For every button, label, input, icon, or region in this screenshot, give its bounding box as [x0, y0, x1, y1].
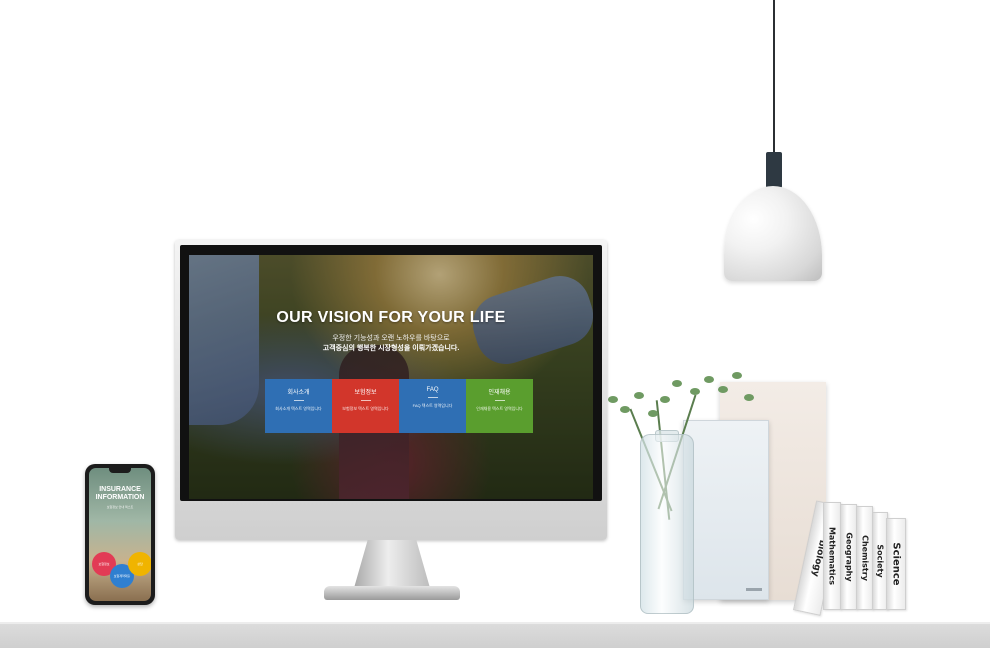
lamp-cord: [773, 0, 775, 152]
monitor-bezel: OUR VISION FOR YOUR LIFE 우정한 기능성과 오랜 노하우…: [180, 245, 602, 501]
phone-circle-button[interactable]: 상담: [128, 552, 151, 576]
lamp-cap: [766, 152, 782, 188]
book-title: Society: [875, 544, 885, 578]
book-title: Geography: [844, 532, 853, 582]
tile-desc: 인재채용 텍스트 영역입니다: [476, 406, 523, 411]
leaf: [634, 392, 644, 399]
book-mathematics: Mathematics: [823, 502, 841, 610]
pendant-lamp-shade: [724, 186, 822, 281]
tile-recruit[interactable]: 인재채용 인재채용 텍스트 영역입니다: [466, 379, 533, 433]
tile-title: 보험정보: [354, 390, 377, 396]
tile-faq[interactable]: FAQ FAQ 텍스트 영역입니다: [399, 379, 466, 433]
phone-screen: INSURANCE INFORMATION 보험정보 안내 텍스트 보험정보 보…: [89, 468, 151, 601]
leaf: [620, 406, 630, 413]
hero-title: OUR VISION FOR YOUR LIFE: [276, 309, 506, 326]
tile-company[interactable]: 회사소개 회사소개 텍스트 영역입니다: [265, 379, 332, 433]
hero-subtitle: 우정한 기능성과 오랜 노하우를 바탕으로: [332, 335, 450, 342]
smartphone: INSURANCE INFORMATION 보험정보 안내 텍스트 보험정보 보…: [85, 464, 155, 605]
tile-divider: [293, 400, 304, 401]
leaf: [744, 394, 754, 401]
tile-divider: [427, 397, 438, 398]
monitor-screen: OUR VISION FOR YOUR LIFE 우정한 기능성과 오랜 노하우…: [189, 255, 593, 499]
glass-vase: [640, 434, 694, 614]
circle-label: 보험정보: [98, 562, 110, 566]
shelf: [0, 624, 990, 648]
tile-title: 회사소개: [287, 390, 310, 396]
phone-title-line: INFORMATION: [95, 494, 145, 501]
leaf: [648, 410, 658, 417]
tile-title: 인재채용: [488, 390, 511, 396]
leaf: [608, 396, 618, 403]
hero-subtitle-bold: 고객중심의 행복한 시장형성을 이뤄가겠습니다.: [322, 345, 460, 352]
book-geography: Geography: [840, 504, 857, 610]
frame-logo-mark: [746, 588, 762, 591]
phone-title-line: INSURANCE: [99, 486, 141, 493]
leaf: [690, 388, 700, 395]
leaf: [732, 372, 742, 379]
circle-label: 상담: [137, 562, 143, 566]
tile-desc: FAQ 텍스트 영역입니다: [412, 403, 453, 408]
tile-divider: [360, 400, 371, 401]
monitor-stand-base: [324, 586, 460, 600]
circle-label: 보험계약대출: [113, 574, 131, 578]
book-title: Chemistry: [860, 535, 869, 581]
leaf: [718, 386, 728, 393]
tile-insurance[interactable]: 보험정보 보험정보 텍스트 영역입니다: [332, 379, 399, 433]
monitor-stand: [354, 540, 430, 588]
tile-title: FAQ: [426, 387, 439, 393]
book-title: Mathematics: [827, 526, 837, 586]
phone-notch: [109, 468, 131, 473]
tile-divider: [494, 400, 505, 401]
hero-menu-tiles: 회사소개 회사소개 텍스트 영역입니다 보험정보 보험정보 텍스트 영역입니다 …: [265, 379, 533, 433]
book-title: Science: [890, 542, 902, 586]
picture-frame-front: [683, 420, 769, 600]
phone-subtitle: 보험정보 안내 텍스트: [106, 505, 134, 509]
phone-title: INSURANCE INFORMATION: [89, 486, 151, 502]
book-science: Science: [886, 518, 906, 610]
tile-desc: 회사소개 텍스트 영역입니다: [275, 406, 322, 411]
book-chemistry: Chemistry: [856, 506, 873, 610]
leaf: [672, 380, 682, 387]
mockup-scene: biology Mathematics Geography Chemistry …: [0, 0, 990, 648]
hero-overlay: [189, 255, 593, 499]
tile-desc: 보험정보 텍스트 영역입니다: [342, 406, 389, 411]
leaf: [704, 376, 714, 383]
leaf: [660, 396, 670, 403]
desktop-monitor: OUR VISION FOR YOUR LIFE 우정한 기능성과 오랜 노하우…: [175, 240, 607, 540]
